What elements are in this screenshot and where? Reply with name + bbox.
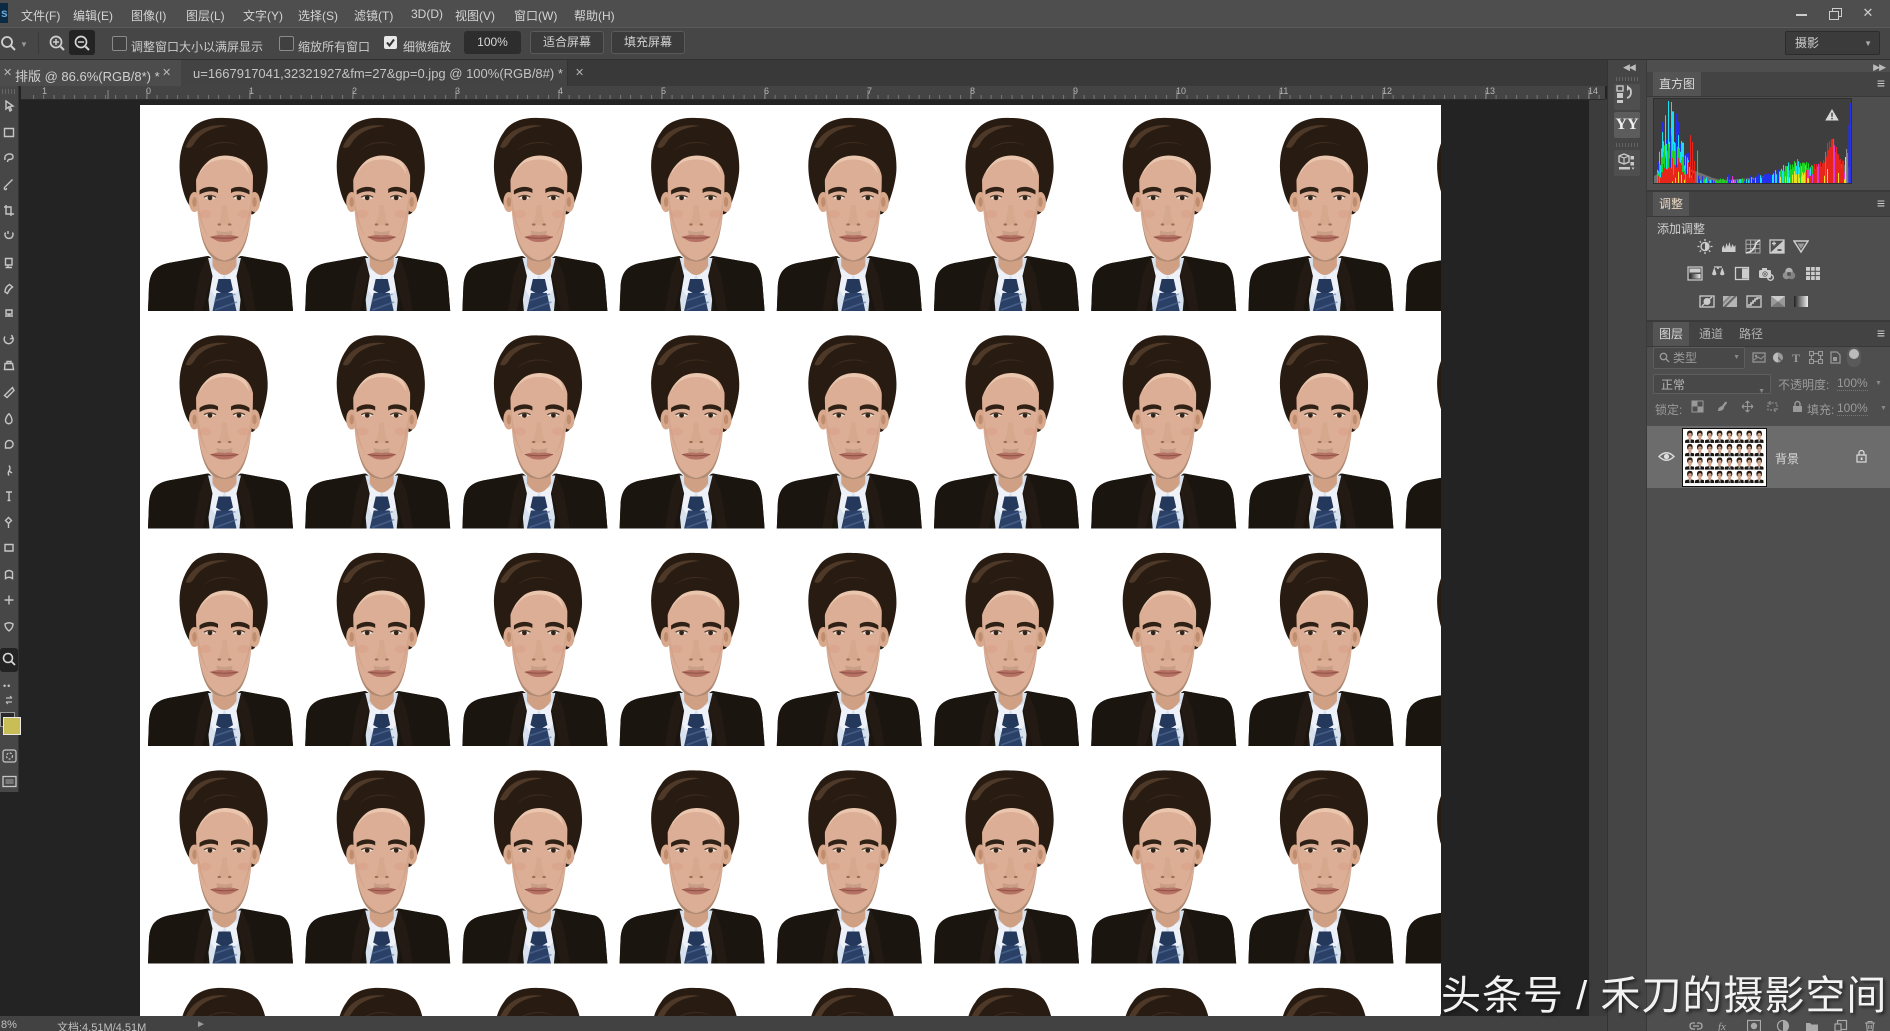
svg-text:T: T (1792, 351, 1800, 364)
svg-text:fx: fx (1718, 1021, 1726, 1031)
